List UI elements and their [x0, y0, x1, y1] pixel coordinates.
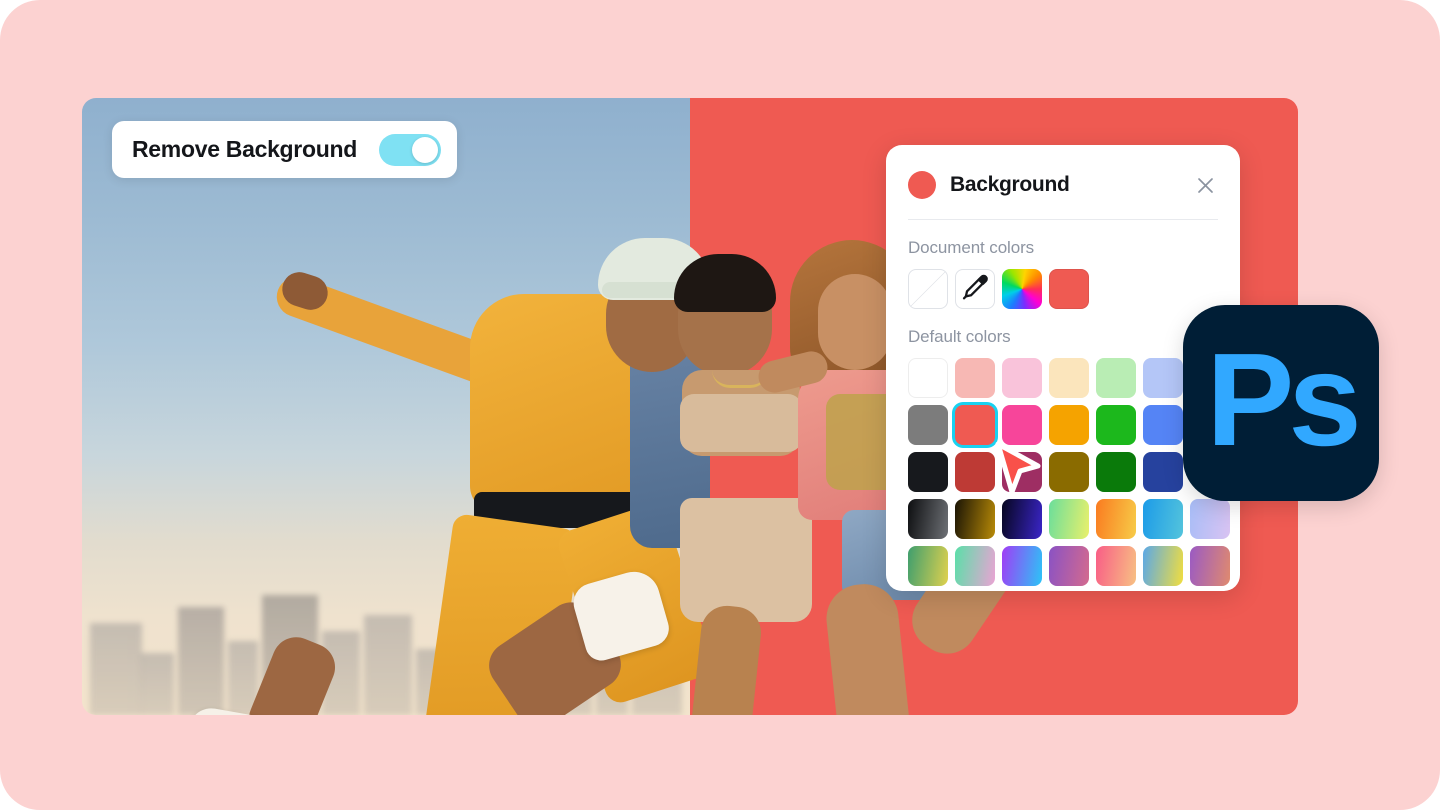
- swatch-green[interactable]: [1096, 405, 1136, 445]
- swatch-gradient-purple-rose[interactable]: [1049, 546, 1089, 586]
- swatch-gradient-teal-pink[interactable]: [955, 546, 995, 586]
- close-icon[interactable]: [1192, 172, 1218, 198]
- header-divider: [908, 219, 1218, 220]
- no-color-swatch[interactable]: [908, 269, 948, 309]
- swatch-cream[interactable]: [1049, 358, 1089, 398]
- photoshop-logo-text: Ps: [1206, 326, 1361, 473]
- swatch-gradient-navy-indigo[interactable]: [1002, 499, 1042, 539]
- swatch-gradient-purple-cyan[interactable]: [1002, 546, 1042, 586]
- photoshop-logo: Ps: [1183, 305, 1379, 501]
- document-color-red[interactable]: [1049, 269, 1089, 309]
- default-colors-grid[interactable]: [908, 358, 1230, 586]
- swatch-black[interactable]: [908, 452, 948, 492]
- swatch-gradient-periwinkle-lavender[interactable]: [1190, 499, 1230, 539]
- swatch-gray[interactable]: [908, 405, 948, 445]
- swatch-navy[interactable]: [1143, 452, 1183, 492]
- swatch-dark-green[interactable]: [1096, 452, 1136, 492]
- swatch-gradient-pink-peach[interactable]: [1096, 546, 1136, 586]
- swatch-light-salmon[interactable]: [955, 358, 995, 398]
- swatch-orange[interactable]: [1049, 405, 1089, 445]
- default-colors-label: Default colors: [908, 327, 1011, 346]
- document-colors-label: Document colors: [908, 238, 1035, 257]
- swatch-light-green[interactable]: [1096, 358, 1136, 398]
- swatch-gradient-green-gold[interactable]: [908, 546, 948, 586]
- swatch-gradient-blue-cyan[interactable]: [1143, 499, 1183, 539]
- page-root: Remove Background Background Document co…: [0, 0, 1440, 810]
- document-colors-row: [908, 269, 1218, 309]
- swatch-blue[interactable]: [1143, 405, 1183, 445]
- swatch-olive[interactable]: [1049, 452, 1089, 492]
- swatch-hot-pink[interactable]: [1002, 405, 1042, 445]
- swatch-red[interactable]: [955, 405, 995, 445]
- swatch-dark-magenta[interactable]: [1002, 452, 1042, 492]
- swatch-gradient-black-gray[interactable]: [908, 499, 948, 539]
- eyedropper-swatch[interactable]: [955, 269, 995, 309]
- swatch-light-pink[interactable]: [1002, 358, 1042, 398]
- panel-title: Background: [950, 173, 1070, 196]
- swatch-periwinkle[interactable]: [1143, 358, 1183, 398]
- color-wheel-swatch[interactable]: [1002, 269, 1042, 309]
- swatch-white[interactable]: [908, 358, 948, 398]
- current-color-swatch[interactable]: [908, 171, 936, 199]
- remove-background-control[interactable]: Remove Background: [112, 121, 457, 178]
- swatch-dark-red[interactable]: [955, 452, 995, 492]
- remove-background-label: Remove Background: [132, 136, 357, 162]
- swatch-gradient-blue-yellow[interactable]: [1143, 546, 1183, 586]
- swatch-gradient-violet-salmon[interactable]: [1190, 546, 1230, 586]
- toggle-knob: [411, 136, 438, 163]
- swatch-gradient-green-yellow[interactable]: [1049, 499, 1089, 539]
- swatch-gradient-orange-yellow[interactable]: [1096, 499, 1136, 539]
- panel-header: Background: [908, 163, 1218, 207]
- remove-background-toggle[interactable]: [378, 133, 441, 166]
- swatch-gradient-brown-gold[interactable]: [955, 499, 995, 539]
